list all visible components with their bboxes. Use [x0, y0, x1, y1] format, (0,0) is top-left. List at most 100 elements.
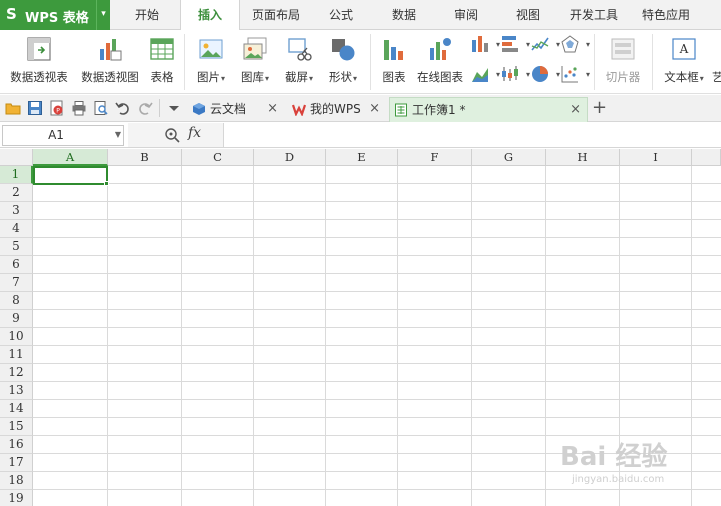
column-header-partial[interactable] — [692, 149, 721, 166]
column-header-e[interactable]: E — [326, 149, 398, 166]
pdf-export-icon[interactable]: P — [49, 100, 65, 116]
fill-handle[interactable] — [104, 181, 109, 186]
table-button[interactable]: 表格 — [146, 33, 178, 91]
wordart-button[interactable]: 艺 — [712, 33, 721, 91]
ribbon-separator — [594, 34, 595, 90]
save-icon[interactable] — [27, 100, 43, 116]
column-header-h[interactable]: H — [546, 149, 620, 166]
row-header[interactable]: 9 — [0, 310, 33, 328]
chart-button[interactable]: 图表 — [376, 33, 412, 91]
slicer-button[interactable]: 切片器 — [600, 33, 646, 91]
tab-view[interactable]: 视图 — [502, 0, 554, 30]
tab-developer[interactable]: 开发工具 — [562, 0, 626, 30]
row-header[interactable]: 2 — [0, 184, 33, 202]
grid-line — [33, 201, 721, 202]
textbox-icon: A — [672, 38, 696, 60]
bar-chart-dropdown[interactable]: ▾ — [500, 34, 530, 56]
online-chart-button[interactable]: 在线图表 — [414, 33, 466, 91]
line-chart-dropdown[interactable]: ▾ — [530, 34, 560, 56]
row-header[interactable]: 18 — [0, 472, 33, 490]
redo-icon[interactable] — [137, 100, 153, 116]
tab-page-layout[interactable]: 页面布局 — [244, 0, 308, 30]
column-header-c[interactable]: C — [182, 149, 254, 166]
new-tab-plus-icon[interactable]: + — [592, 97, 607, 119]
close-icon[interactable]: × — [267, 97, 278, 121]
baidu-jingyan-watermark: Bai 经验 jingyan.baidu.com — [560, 420, 710, 500]
row-header[interactable]: 13 — [0, 382, 33, 400]
row-header[interactable]: 10 — [0, 328, 33, 346]
area-chart-dropdown[interactable]: ▾ — [470, 64, 500, 86]
row-header[interactable]: 7 — [0, 274, 33, 292]
screenshot-button[interactable]: 截屏▾ — [278, 33, 320, 91]
radar-chart-dropdown[interactable]: ▾ — [560, 34, 590, 56]
row-header[interactable]: 1 — [0, 166, 33, 184]
app-menu-dropdown-icon[interactable]: ▾ — [96, 0, 110, 30]
stock-chart-dropdown[interactable]: ▾ — [500, 64, 530, 86]
column-header-g[interactable]: G — [472, 149, 546, 166]
pivot-table-button[interactable]: 数据透视表 — [4, 33, 74, 91]
active-cell-a1[interactable] — [33, 166, 108, 185]
column-chart-dropdown[interactable]: ▾ — [470, 34, 500, 56]
doc-tab-workbook1[interactable]: 工作簿1 * × — [389, 97, 588, 122]
row-header[interactable]: 5 — [0, 238, 33, 256]
ribbon-separator — [184, 34, 185, 90]
close-icon[interactable]: × — [369, 97, 380, 121]
column-header-f[interactable]: F — [398, 149, 472, 166]
print-preview-icon[interactable] — [93, 100, 109, 116]
column-header-b[interactable]: B — [108, 149, 182, 166]
gallery-icon — [243, 37, 267, 60]
tab-review[interactable]: 审阅 — [440, 0, 492, 30]
tab-home[interactable]: 开始 — [116, 0, 178, 30]
shapes-button[interactable]: 形状▾ — [322, 33, 364, 91]
open-folder-icon[interactable] — [5, 100, 21, 116]
doc-tab-cloud-docs[interactable]: 云文档 × — [188, 97, 284, 122]
toolbar-separator — [159, 99, 160, 117]
doc-tab-my-wps[interactable]: 我的WPS × — [288, 97, 386, 122]
picture-button[interactable]: 图片▾ — [190, 33, 232, 91]
insert-function-icon[interactable]: fx — [188, 125, 201, 141]
app-menu-button[interactable]: S WPS 表格 ▾ — [0, 0, 110, 30]
name-box[interactable]: A1 ▼ — [2, 125, 124, 146]
column-chart-icon — [472, 36, 488, 52]
row-header[interactable]: 17 — [0, 454, 33, 472]
close-icon[interactable]: × — [570, 98, 581, 122]
column-header-d[interactable]: D — [254, 149, 326, 166]
textbox-button[interactable]: A 文本框▾ — [658, 33, 710, 91]
zoom-search-icon[interactable] — [164, 127, 180, 143]
row-header[interactable]: 19 — [0, 490, 33, 506]
row-header[interactable]: 14 — [0, 400, 33, 418]
wps-logo-icon: S — [6, 5, 17, 23]
row-header[interactable]: 3 — [0, 202, 33, 220]
row-header[interactable]: 15 — [0, 418, 33, 436]
scatter-chart-dropdown[interactable]: ▾ — [560, 64, 590, 86]
tab-formulas[interactable]: 公式 — [316, 0, 366, 30]
row-header[interactable]: 16 — [0, 436, 33, 454]
grid-line — [33, 417, 721, 418]
chevron-down-icon: ▾ — [264, 74, 269, 83]
pivot-chart-button[interactable]: 数据透视图 — [78, 33, 142, 91]
grid-line — [33, 309, 721, 310]
row-header[interactable]: 11 — [0, 346, 33, 364]
chevron-down-icon[interactable]: ▼ — [115, 130, 121, 139]
column-header-i[interactable]: I — [620, 149, 692, 166]
picture-icon — [199, 39, 223, 59]
row-header[interactable]: 4 — [0, 220, 33, 238]
select-all-corner[interactable] — [0, 149, 33, 166]
shapes-icon — [332, 39, 355, 61]
print-icon[interactable] — [71, 100, 87, 116]
formula-input[interactable] — [226, 124, 718, 146]
pivot-chart-icon — [100, 39, 122, 61]
undo-icon[interactable] — [115, 100, 131, 116]
pivot-table-label: 数据透视表 — [10, 70, 68, 84]
tab-special-apps[interactable]: 特色应用 — [634, 0, 698, 30]
column-header-a[interactable]: A — [33, 149, 108, 166]
grid-line — [397, 166, 398, 506]
tab-insert[interactable]: 插入 — [180, 0, 240, 31]
pie-chart-dropdown[interactable]: ▾ — [530, 64, 560, 86]
row-header[interactable]: 12 — [0, 364, 33, 382]
gallery-button[interactable]: 图库▾ — [234, 33, 276, 91]
tab-data[interactable]: 数据 — [378, 0, 430, 30]
row-header[interactable]: 8 — [0, 292, 33, 310]
customize-dropdown-icon[interactable] — [166, 100, 182, 116]
row-header[interactable]: 6 — [0, 256, 33, 274]
